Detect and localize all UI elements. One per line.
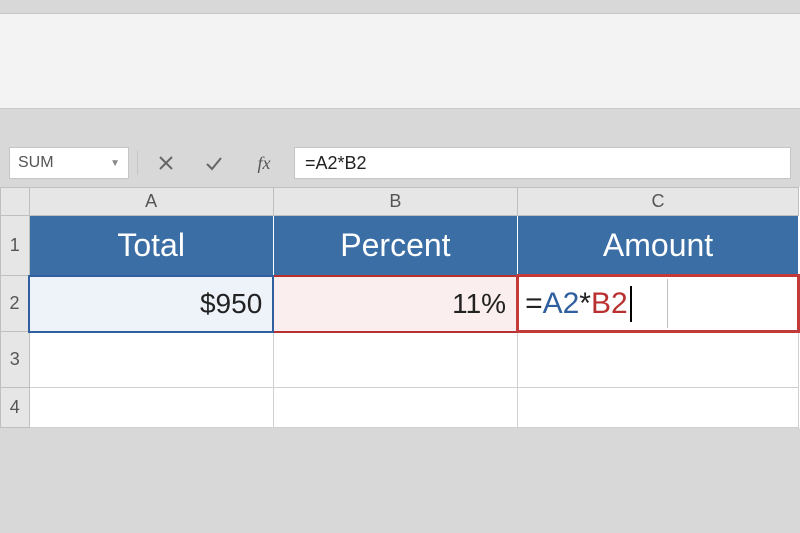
cell-b2[interactable]: 11% [273, 276, 517, 332]
name-box-value: SUM [18, 154, 54, 172]
formula-bar-row: SUM ▼ fx =A2*B2 [9, 147, 791, 179]
cell-a1[interactable]: Total [29, 216, 273, 276]
enter-button[interactable] [194, 147, 234, 179]
formula-equals: = [525, 287, 543, 321]
cell-c1[interactable]: Amount [518, 216, 799, 276]
row-header-3[interactable]: 3 [1, 332, 30, 388]
cell-b1[interactable]: Percent [273, 216, 517, 276]
row-header-1[interactable]: 1 [1, 216, 30, 276]
cancel-button[interactable] [146, 147, 186, 179]
cell-c3[interactable] [518, 332, 799, 388]
column-header-b[interactable]: B [273, 188, 517, 216]
divider [137, 151, 138, 175]
cell-b4[interactable] [273, 388, 517, 428]
column-header-c[interactable]: C [518, 188, 799, 216]
row-header-4[interactable]: 4 [1, 388, 30, 428]
chevron-down-icon: ▼ [110, 158, 120, 169]
cell-c2[interactable]: =A2*B2 [518, 276, 799, 332]
formula-input[interactable]: =A2*B2 [294, 147, 791, 179]
fx-icon[interactable]: fx [242, 147, 286, 179]
cell-c2-editor: =A2*B2 [519, 277, 797, 330]
ribbon-placeholder [0, 13, 800, 109]
cell-b3[interactable] [273, 332, 517, 388]
text-cursor-icon [630, 286, 632, 322]
row-header-2[interactable]: 2 [1, 276, 30, 332]
cell-edit-divider [667, 279, 668, 328]
select-all-corner[interactable] [1, 188, 30, 216]
cell-a3[interactable] [29, 332, 273, 388]
cell-a2[interactable]: $950 [29, 276, 273, 332]
formula-text: =A2*B2 [305, 153, 367, 174]
formula-ref-b2: B2 [591, 287, 628, 321]
formula-ref-a2: A2 [543, 287, 580, 321]
name-box[interactable]: SUM ▼ [9, 147, 129, 179]
spreadsheet-grid[interactable]: A B C 1 Total Percent Amount 2 $950 11% … [0, 187, 800, 428]
close-icon [156, 153, 176, 173]
cell-c4[interactable] [518, 388, 799, 428]
column-header-a[interactable]: A [29, 188, 273, 216]
cell-a4[interactable] [29, 388, 273, 428]
formula-operator: * [579, 287, 591, 321]
check-icon [204, 153, 224, 173]
